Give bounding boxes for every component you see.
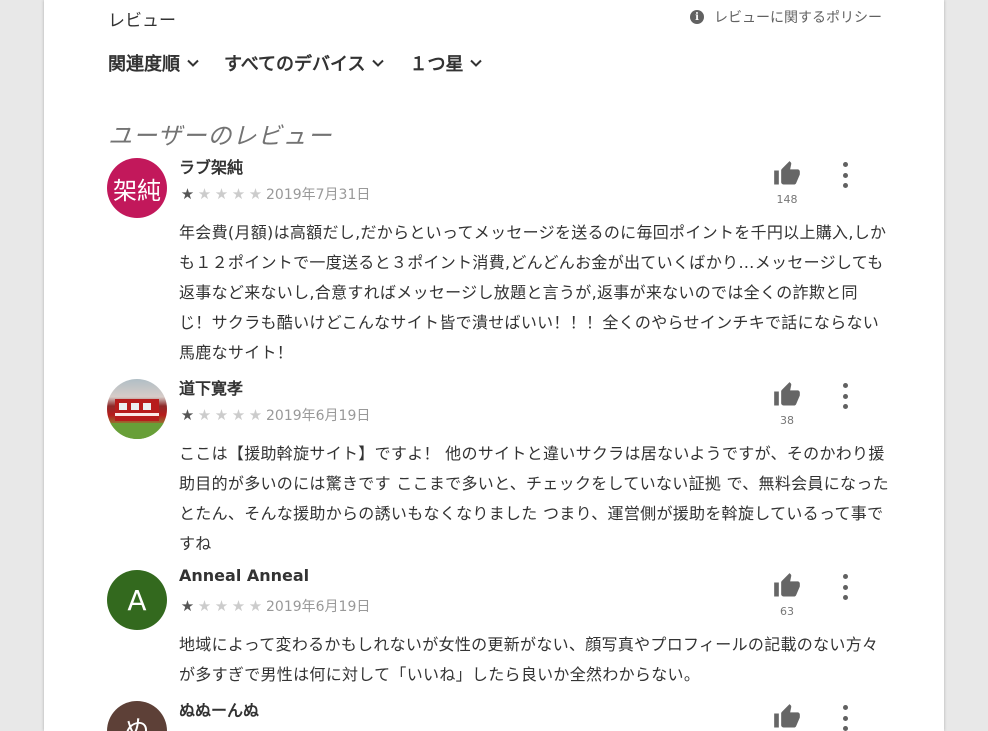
avatar-initials: 架純	[113, 176, 161, 205]
star-filled-icon: ★	[180, 596, 195, 615]
helpful-button[interactable]: 63	[771, 572, 803, 618]
rating-row: ★ ★ ★ ★ ★ 2019年6月19日	[179, 405, 371, 425]
chevron-down-icon	[187, 59, 199, 67]
star-empty-icon: ★	[214, 596, 229, 615]
star-empty-icon: ★	[248, 184, 263, 203]
review-author: 道下寛孝	[179, 379, 244, 398]
thumbs-up-icon	[774, 382, 800, 406]
filter-bar: 関連度順 すべてのデバイス １つ星	[108, 50, 507, 76]
avatar[interactable]: ぬ	[107, 701, 167, 731]
star-empty-icon: ★	[214, 405, 229, 424]
review-author: ぬぬーんぬ	[179, 701, 260, 720]
review-date: 2019年6月19日	[266, 599, 371, 615]
avatar-initials: ぬ	[123, 716, 150, 731]
more-options-button[interactable]	[833, 705, 857, 731]
rating-dropdown-label: １つ星	[409, 54, 464, 75]
star-empty-icon: ★	[231, 596, 246, 615]
rating-row: ★ ★ ★ ★ ★ 2019年7月31日	[179, 184, 371, 204]
chevron-down-icon	[372, 59, 385, 67]
avatar-initials: A	[127, 583, 147, 617]
more-options-button[interactable]	[833, 383, 857, 409]
star-empty-icon: ★	[197, 596, 212, 615]
thumbs-up-icon	[774, 704, 800, 728]
avatar[interactable]: 架純	[107, 158, 167, 218]
star-rating: ★ ★ ★ ★ ★	[179, 184, 264, 203]
reviews-header: レビュー i レビューに関するポリシー	[108, 6, 882, 31]
star-empty-icon: ★	[197, 184, 212, 203]
star-empty-icon: ★	[197, 405, 212, 424]
chevron-down-icon	[470, 59, 483, 67]
review-text: 年会費(月額)は高額だし,だからといってメッセージを送るのに毎回ポイントを千円以…	[179, 223, 887, 362]
thumbs-up-icon	[774, 573, 800, 597]
review-policy-link[interactable]: i レビューに関するポリシー	[690, 7, 882, 27]
more-options-button[interactable]	[833, 574, 857, 600]
review-policy-label: レビューに関するポリシー	[714, 10, 882, 26]
star-rating: ★ ★ ★ ★ ★	[179, 596, 264, 615]
more-vert-icon	[842, 383, 848, 388]
review-date: 2019年6月19日	[266, 408, 371, 424]
sort-dropdown[interactable]: 関連度順	[108, 50, 200, 76]
star-rating: ★ ★ ★ ★ ★	[179, 405, 264, 424]
helpful-button[interactable]: 38	[771, 381, 803, 427]
avatar-photo	[107, 399, 167, 439]
rating-dropdown[interactable]: １つ星	[409, 50, 483, 76]
helpful-count: 38	[780, 414, 794, 427]
more-options-button[interactable]	[833, 162, 857, 188]
avatar[interactable]	[107, 379, 167, 439]
device-dropdown-label: すべてのデバイス	[224, 54, 366, 75]
star-empty-icon: ★	[231, 184, 246, 203]
star-empty-icon: ★	[231, 405, 246, 424]
helpful-count: 63	[780, 605, 794, 618]
star-empty-icon: ★	[248, 405, 263, 424]
review-date: 2019年7月31日	[266, 187, 371, 203]
reviews-card: レビュー i レビューに関するポリシー 関連度順 すべてのデバイス １つ星 ユー…	[44, 0, 944, 731]
star-empty-icon: ★	[248, 596, 263, 615]
more-vert-icon	[842, 705, 848, 710]
section-title: レビュー	[108, 11, 176, 31]
more-vert-icon	[842, 574, 848, 579]
more-vert-icon	[842, 162, 848, 167]
thumbs-up-icon	[774, 161, 800, 185]
review-text: 地域によって変わるかもしれないが女性の更新がない、顔写真やプロフィールの記載のな…	[179, 635, 879, 684]
rating-row: ★ ★ ★ ★ ★ 2019年6月19日	[179, 596, 371, 616]
review-author: ラブ架純	[179, 158, 244, 177]
device-dropdown[interactable]: すべてのデバイス	[224, 50, 385, 76]
info-icon: i	[690, 10, 704, 24]
review-author: Anneal Anneal	[179, 566, 310, 585]
star-filled-icon: ★	[180, 184, 195, 203]
helpful-button[interactable]	[771, 703, 803, 731]
helpful-button[interactable]: 148	[771, 160, 803, 206]
review-text: ここは【援助斡旋サイト】ですよ！ 他のサイトと違いサクラは居ないようですが、その…	[179, 444, 889, 553]
user-reviews-heading: ユーザーのレビュー	[108, 122, 333, 150]
sort-dropdown-label: 関連度順	[108, 54, 180, 75]
star-filled-icon: ★	[180, 405, 195, 424]
avatar[interactable]: A	[107, 570, 167, 630]
star-empty-icon: ★	[214, 184, 229, 203]
helpful-count: 148	[776, 193, 798, 206]
